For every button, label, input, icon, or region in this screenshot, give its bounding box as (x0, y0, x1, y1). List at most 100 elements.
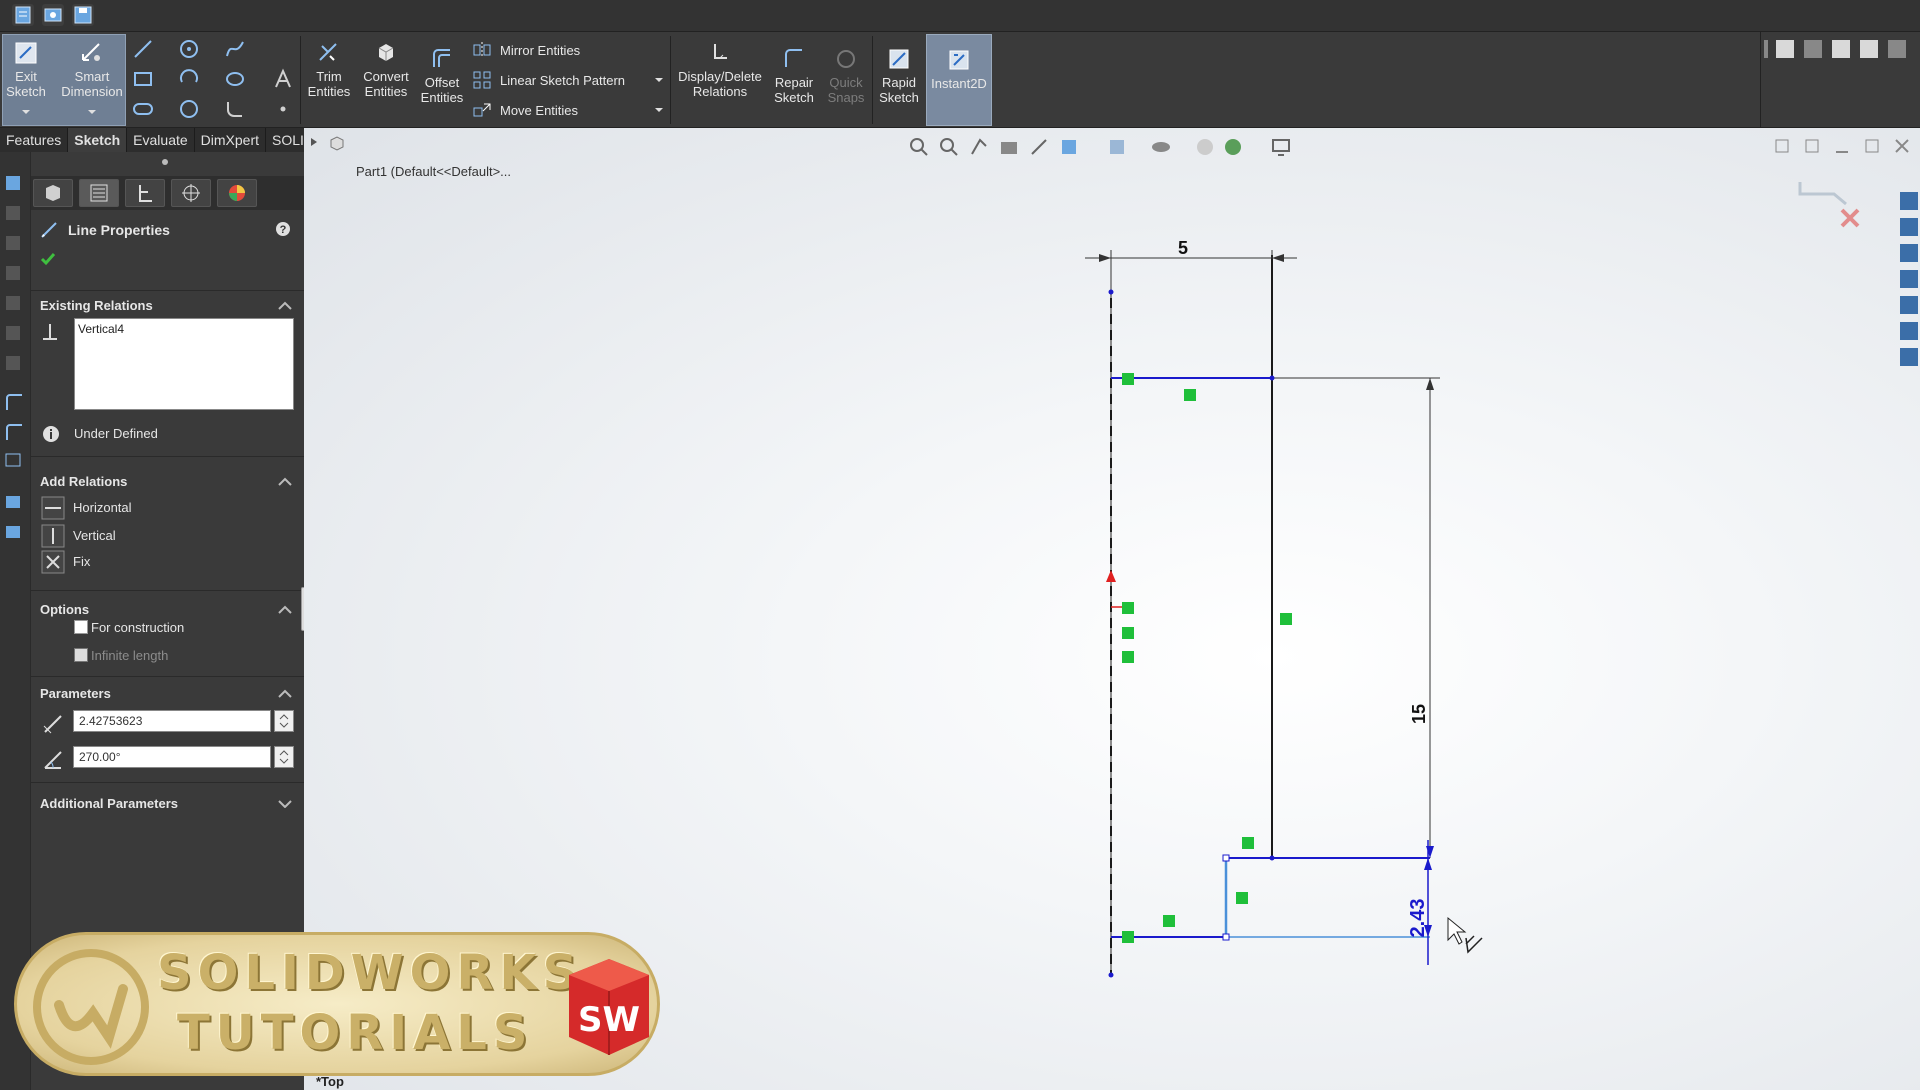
length-spinner[interactable] (274, 710, 294, 732)
edit-appearance-icon[interactable] (1194, 136, 1216, 158)
revolve-icon[interactable] (4, 202, 24, 222)
tab-evaluate[interactable]: Evaluate (127, 128, 195, 152)
quick-snaps-icon (837, 50, 855, 68)
view-orientation-icon[interactable] (1058, 136, 1080, 158)
add-relation-vertical[interactable]: Vertical (41, 524, 281, 548)
zoom-to-area-icon[interactable] (938, 136, 960, 158)
info-icon (43, 426, 59, 442)
text-tool-icon[interactable] (272, 68, 294, 90)
quick-snaps-button[interactable]: Quick Snaps (822, 46, 870, 105)
property-manager-tab[interactable] (79, 179, 119, 207)
angle-icon (44, 751, 62, 769)
length-input[interactable]: 2.42753623 (73, 710, 271, 732)
tab-sketch[interactable]: Sketch (68, 128, 128, 152)
for-construction-checkbox[interactable] (74, 620, 88, 634)
move-entities-icon (473, 103, 491, 117)
mirror-entities-button[interactable]: Mirror Entities (472, 40, 580, 60)
exit-sketch-button[interactable]: Exit Sketch (4, 40, 48, 99)
collapse-chevron-icon[interactable] (278, 688, 292, 698)
smart-dimension-button[interactable]: Smart Dimension (61, 40, 123, 99)
existing-relations-title: Existing Relations (40, 298, 153, 313)
window-controls[interactable] (1774, 136, 1914, 160)
convert-entities-button[interactable]: Convert Entities (358, 40, 414, 99)
repair-strip-icon[interactable] (4, 452, 24, 472)
view-orientation-label: *Top (316, 1074, 344, 1089)
cut-revolve-icon[interactable] (4, 322, 24, 342)
offset-strip-icon[interactable] (4, 392, 24, 412)
panel-title: Line Properties (68, 222, 170, 238)
confirmation-corner[interactable] (1794, 168, 1874, 228)
dropdown-arrows (22, 110, 96, 114)
hide-show-items-icon[interactable] (1150, 136, 1172, 158)
ok-checkmark-icon[interactable] (39, 250, 57, 268)
previous-view-icon[interactable] (968, 136, 990, 158)
move-entities-button[interactable]: Move Entities (472, 100, 578, 120)
quick-access-new-icon[interactable] (12, 4, 34, 26)
help-icon[interactable]: ? (274, 220, 292, 238)
point-tool-icon[interactable] (272, 98, 294, 120)
feature-manager-tab[interactable] (33, 179, 73, 207)
arc-tool-icon[interactable] (178, 68, 200, 90)
zoom-to-fit-icon[interactable] (908, 136, 930, 158)
line-tool-icon[interactable] (132, 38, 154, 60)
instant2d-button[interactable]: Instant2D (926, 34, 992, 126)
block-icon[interactable] (4, 492, 24, 512)
collapse-chevron-icon[interactable] (278, 300, 292, 310)
solidworks-cube-logo-icon: SW (569, 959, 649, 1055)
dimxpert-manager-tab[interactable] (171, 179, 211, 207)
configuration-manager-tab[interactable] (125, 179, 165, 207)
add-relation-fix[interactable]: Fix (41, 550, 281, 574)
task-pane-tabs[interactable] (1896, 188, 1920, 378)
collapse-chevron-icon[interactable] (278, 604, 292, 614)
tree-expand-arrow-icon[interactable] (308, 136, 320, 148)
existing-relations-list[interactable]: Vertical4 (74, 318, 294, 410)
offset-entities-button[interactable]: Offset Entities (418, 46, 466, 105)
extrude-icon[interactable] (4, 172, 24, 192)
ellipse-tool-icon[interactable] (224, 68, 246, 90)
section-view-icon[interactable] (998, 136, 1020, 158)
display-manager-tab[interactable] (217, 179, 257, 207)
spline-tool-icon[interactable] (224, 38, 246, 60)
collapse-chevron-icon[interactable] (278, 476, 292, 486)
tab-dimxpert[interactable]: DimXpert (195, 128, 267, 152)
polygon-tool-icon[interactable] (178, 98, 200, 120)
infinite-length-checkbox[interactable] (74, 648, 88, 662)
rectangle-tool-icon[interactable] (132, 68, 154, 90)
convert-strip-icon[interactable] (4, 422, 24, 442)
relation-list-item[interactable]: Vertical4 (78, 322, 290, 336)
section-divider (31, 290, 305, 291)
apply-scene-icon[interactable] (1222, 136, 1244, 158)
part-icon (330, 136, 344, 151)
display-style-icon[interactable] (1106, 136, 1128, 158)
sweep-icon[interactable] (4, 232, 24, 252)
view-settings-icon[interactable] (1270, 136, 1292, 158)
add-relation-horizontal[interactable]: Horizontal (41, 496, 281, 520)
rapid-sketch-button[interactable]: Rapid Sketch (876, 46, 922, 105)
cut-extrude-icon[interactable] (4, 292, 24, 312)
display-delete-relations-button[interactable]: Display/Delete Relations (676, 40, 764, 99)
quick-access-save-icon[interactable] (72, 4, 94, 26)
angle-input[interactable]: 270.00° (73, 746, 271, 768)
linear-sketch-pattern-button[interactable]: Linear Sketch Pattern (472, 70, 625, 90)
expand-chevron-icon[interactable] (278, 798, 292, 808)
feature-tree-icon (46, 185, 60, 201)
vertical-relation-icon (41, 524, 65, 548)
loft-icon[interactable] (4, 262, 24, 282)
circle-tool-icon[interactable] (178, 38, 200, 60)
repair-sketch-button[interactable]: Repair Sketch (770, 46, 818, 105)
pattern-strip-icon[interactable] (4, 522, 24, 542)
tab-features[interactable]: Features (0, 128, 69, 152)
panel-grip-icon[interactable] (161, 158, 169, 166)
dynamic-annotation-icon[interactable] (1028, 136, 1050, 158)
shell-icon[interactable] (4, 352, 24, 372)
angle-spinner[interactable] (274, 746, 294, 768)
feature-tree-item-part[interactable]: Part1 (Default<<Default>... (356, 164, 511, 179)
horizontal-relation-icon (41, 496, 65, 520)
fillet-tool-icon[interactable] (224, 98, 246, 120)
format-toolbar[interactable] (1764, 38, 1920, 62)
quick-access-open-icon[interactable] (42, 4, 64, 26)
linear-pattern-icon (473, 71, 491, 89)
trim-entities-button[interactable]: Trim Entities (304, 40, 354, 99)
slot-tool-icon[interactable] (132, 98, 154, 120)
additional-parameters-title[interactable]: Additional Parameters (40, 796, 178, 811)
